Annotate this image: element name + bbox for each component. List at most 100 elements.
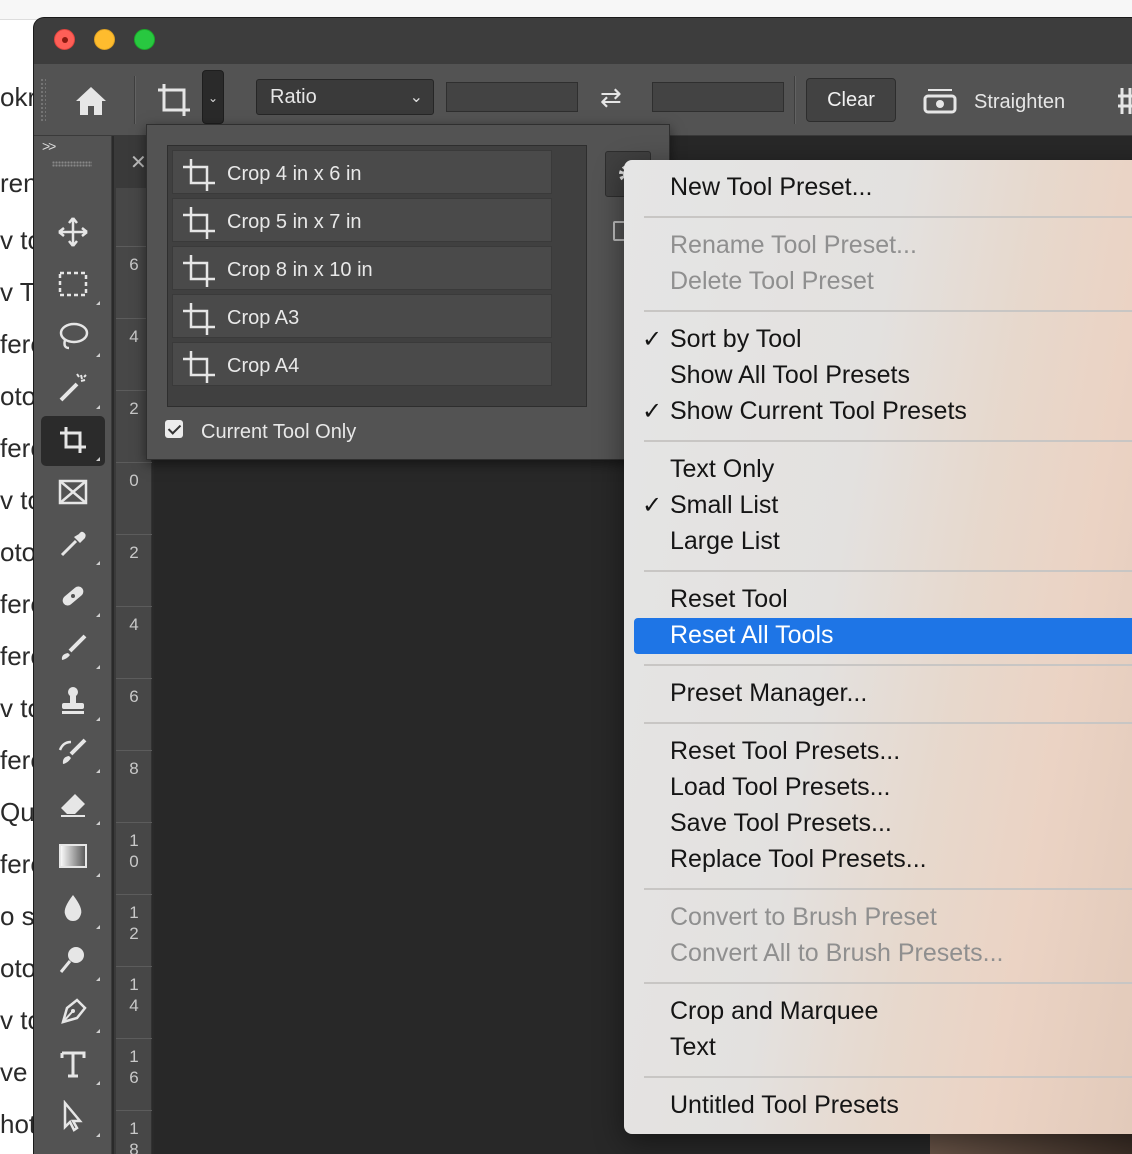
menu-item-small-list[interactable]: Small List bbox=[670, 491, 778, 520]
menu-item-reset-tool-presets[interactable]: Reset Tool Presets... bbox=[670, 737, 900, 766]
ruler-label: 16 bbox=[129, 1047, 139, 1087]
rectangle-tool[interactable] bbox=[41, 1144, 105, 1154]
options-bar-grip[interactable] bbox=[40, 78, 46, 122]
preset-item[interactable]: Crop A3 bbox=[172, 294, 552, 338]
preset-item[interactable]: Crop 4 in x 6 in bbox=[172, 150, 552, 194]
menu-separator bbox=[644, 310, 1132, 312]
magic-wand-tool[interactable] bbox=[41, 364, 105, 414]
clear-button[interactable]: Clear bbox=[806, 78, 896, 122]
close-window-button[interactable] bbox=[54, 29, 75, 50]
rectangular-marquee-icon bbox=[58, 271, 88, 297]
path-selection-icon bbox=[63, 1100, 83, 1132]
lasso-tool[interactable] bbox=[41, 312, 105, 362]
brush-icon bbox=[61, 634, 87, 660]
marquee-tool[interactable] bbox=[41, 260, 105, 310]
menu-item-large-list[interactable]: Large List bbox=[670, 527, 780, 556]
menu-item-text[interactable]: Text bbox=[670, 1033, 716, 1062]
pen-tool[interactable] bbox=[41, 988, 105, 1038]
menu-item-save-tool-presets[interactable]: Save Tool Presets... bbox=[670, 809, 892, 838]
tool-preset-picker: Crop 4 in x 6 in Crop 5 in x 7 in Crop 8… bbox=[146, 124, 670, 460]
preset-item[interactable]: Crop 5 in x 7 in bbox=[172, 198, 552, 242]
current-tool-only-checkbox[interactable] bbox=[165, 420, 183, 438]
type-tool[interactable] bbox=[41, 1040, 105, 1090]
menu-item-reset-all-tools[interactable]: Reset All Tools bbox=[670, 621, 834, 650]
submenu-indicator bbox=[96, 613, 100, 617]
submenu-indicator bbox=[96, 405, 100, 409]
preset-label: Crop A3 bbox=[227, 307, 300, 329]
submenu-indicator bbox=[96, 717, 100, 721]
ruler-tick bbox=[116, 894, 152, 895]
preset-label: Crop 8 in x 10 in bbox=[227, 259, 373, 281]
gradient-tool[interactable] bbox=[41, 832, 105, 882]
lasso-icon bbox=[59, 322, 89, 350]
straighten-label[interactable]: Straighten bbox=[974, 91, 1065, 114]
submenu-indicator bbox=[96, 1133, 100, 1137]
submenu-indicator bbox=[96, 977, 100, 981]
ruler-tick bbox=[116, 1038, 152, 1039]
collapse-panel-icon[interactable]: >> bbox=[42, 138, 56, 154]
menu-separator bbox=[644, 664, 1132, 666]
menu-item-sort-by-tool[interactable]: Sort by Tool bbox=[670, 325, 802, 354]
menu-item-rename-tool-preset[interactable]: Rename Tool Preset... bbox=[670, 231, 917, 260]
history-brush-tool[interactable] bbox=[41, 728, 105, 778]
menu-item-text-only[interactable]: Text Only bbox=[670, 455, 774, 484]
path-selection-tool[interactable] bbox=[41, 1092, 105, 1142]
bg-text-fragment: v T bbox=[0, 277, 36, 307]
menu-item-replace-tool-presets[interactable]: Replace Tool Presets... bbox=[670, 845, 927, 874]
menu-item-show-current-tool-presets[interactable]: Show Current Tool Presets bbox=[670, 397, 967, 426]
bg-text-fragment: v to bbox=[0, 1005, 36, 1035]
menu-item-crop-and-marquee[interactable]: Crop and Marquee bbox=[670, 997, 878, 1026]
eyedropper-tool[interactable] bbox=[41, 520, 105, 570]
current-tool-only-label[interactable]: Current Tool Only bbox=[201, 421, 356, 444]
home-icon[interactable] bbox=[72, 82, 110, 120]
crop-tool[interactable] bbox=[41, 416, 105, 466]
preset-item[interactable]: Crop 8 in x 10 in bbox=[172, 246, 552, 290]
close-tab-icon[interactable]: ✕ bbox=[130, 150, 147, 175]
menu-separator bbox=[644, 722, 1132, 724]
chevron-down-icon: ⌄ bbox=[409, 89, 423, 106]
tools-panel: >> bbox=[34, 136, 112, 1154]
menu-item-convert-all-to-brush-presets[interactable]: Convert All to Brush Presets... bbox=[670, 939, 1003, 968]
tool-preset-dropdown[interactable]: ⌄ bbox=[202, 70, 224, 124]
ruler-tick bbox=[116, 1110, 152, 1111]
zoom-window-button[interactable] bbox=[134, 29, 155, 50]
blur-tool[interactable] bbox=[41, 884, 105, 934]
minimize-window-button[interactable] bbox=[94, 29, 115, 50]
bg-text-fragment: okr bbox=[0, 82, 36, 112]
menu-item-untitled-tool-presets[interactable]: Untitled Tool Presets bbox=[670, 1091, 899, 1120]
height-input[interactable] bbox=[652, 82, 784, 112]
menu-item-reset-tool[interactable]: Reset Tool bbox=[670, 585, 788, 614]
menu-item-show-all-tool-presets[interactable]: Show All Tool Presets bbox=[670, 361, 910, 390]
submenu-indicator bbox=[96, 561, 100, 565]
menu-separator bbox=[644, 440, 1132, 442]
menu-item-new-tool-preset[interactable]: New Tool Preset... bbox=[670, 173, 872, 202]
aspect-ratio-value: Ratio bbox=[270, 86, 317, 108]
clone-stamp-tool[interactable] bbox=[41, 676, 105, 726]
frame-tool[interactable] bbox=[41, 468, 105, 518]
preset-item[interactable]: Crop A4 bbox=[172, 342, 552, 386]
menu-item-convert-to-brush-preset[interactable]: Convert to Brush Preset bbox=[670, 903, 937, 932]
tools-panel-grip[interactable] bbox=[52, 161, 92, 167]
crop-tool-icon[interactable] bbox=[150, 76, 198, 124]
width-input[interactable] bbox=[446, 82, 578, 112]
title-bar bbox=[34, 18, 1132, 64]
menu-item-delete-tool-preset[interactable]: Delete Tool Preset bbox=[670, 267, 874, 296]
menu-item-load-tool-presets[interactable]: Load Tool Presets... bbox=[670, 773, 891, 802]
healing-brush-tool[interactable] bbox=[41, 572, 105, 622]
menu-item-preset-manager[interactable]: Preset Manager... bbox=[670, 679, 867, 708]
dodge-tool[interactable] bbox=[41, 936, 105, 986]
brush-tool[interactable] bbox=[41, 624, 105, 674]
move-tool[interactable] bbox=[41, 208, 105, 258]
overlay-grid-icon[interactable] bbox=[1116, 84, 1132, 118]
bg-text-fragment: hot bbox=[0, 1109, 36, 1139]
ruler-tick bbox=[116, 606, 152, 607]
eraser-tool[interactable] bbox=[41, 780, 105, 830]
bg-text-fragment: fere bbox=[0, 745, 36, 775]
straighten-icon[interactable] bbox=[922, 86, 958, 116]
aspect-ratio-select[interactable]: Ratio ⌄ bbox=[256, 79, 434, 115]
clone-stamp-icon bbox=[62, 687, 84, 714]
swap-dimensions-icon[interactable]: ⇄ bbox=[600, 82, 630, 112]
bg-text-fragment: fere bbox=[0, 433, 36, 463]
ruler-label: 12 bbox=[129, 903, 139, 943]
bg-text-fragment: otos bbox=[0, 537, 36, 567]
